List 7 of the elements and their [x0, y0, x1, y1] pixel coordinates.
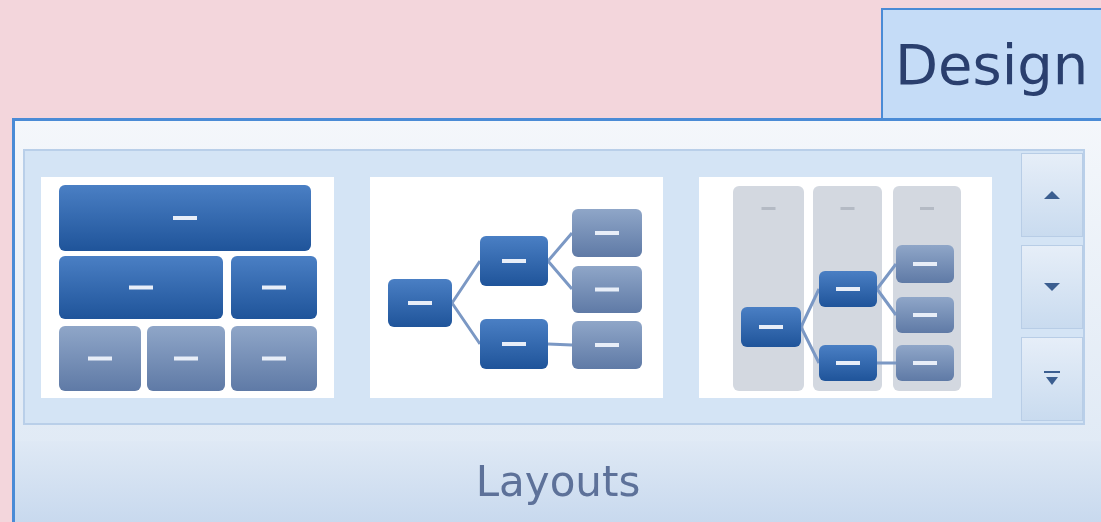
- down-arrow-icon: [1042, 281, 1062, 293]
- layout-option[interactable]: [699, 176, 992, 398]
- group-label: Layouts: [475, 457, 641, 506]
- ribbon-tab[interactable]: Design: [881, 8, 1101, 118]
- layout-option[interactable]: [370, 176, 663, 398]
- layout-option[interactable]: [41, 176, 334, 398]
- up-arrow-icon: [1042, 189, 1062, 201]
